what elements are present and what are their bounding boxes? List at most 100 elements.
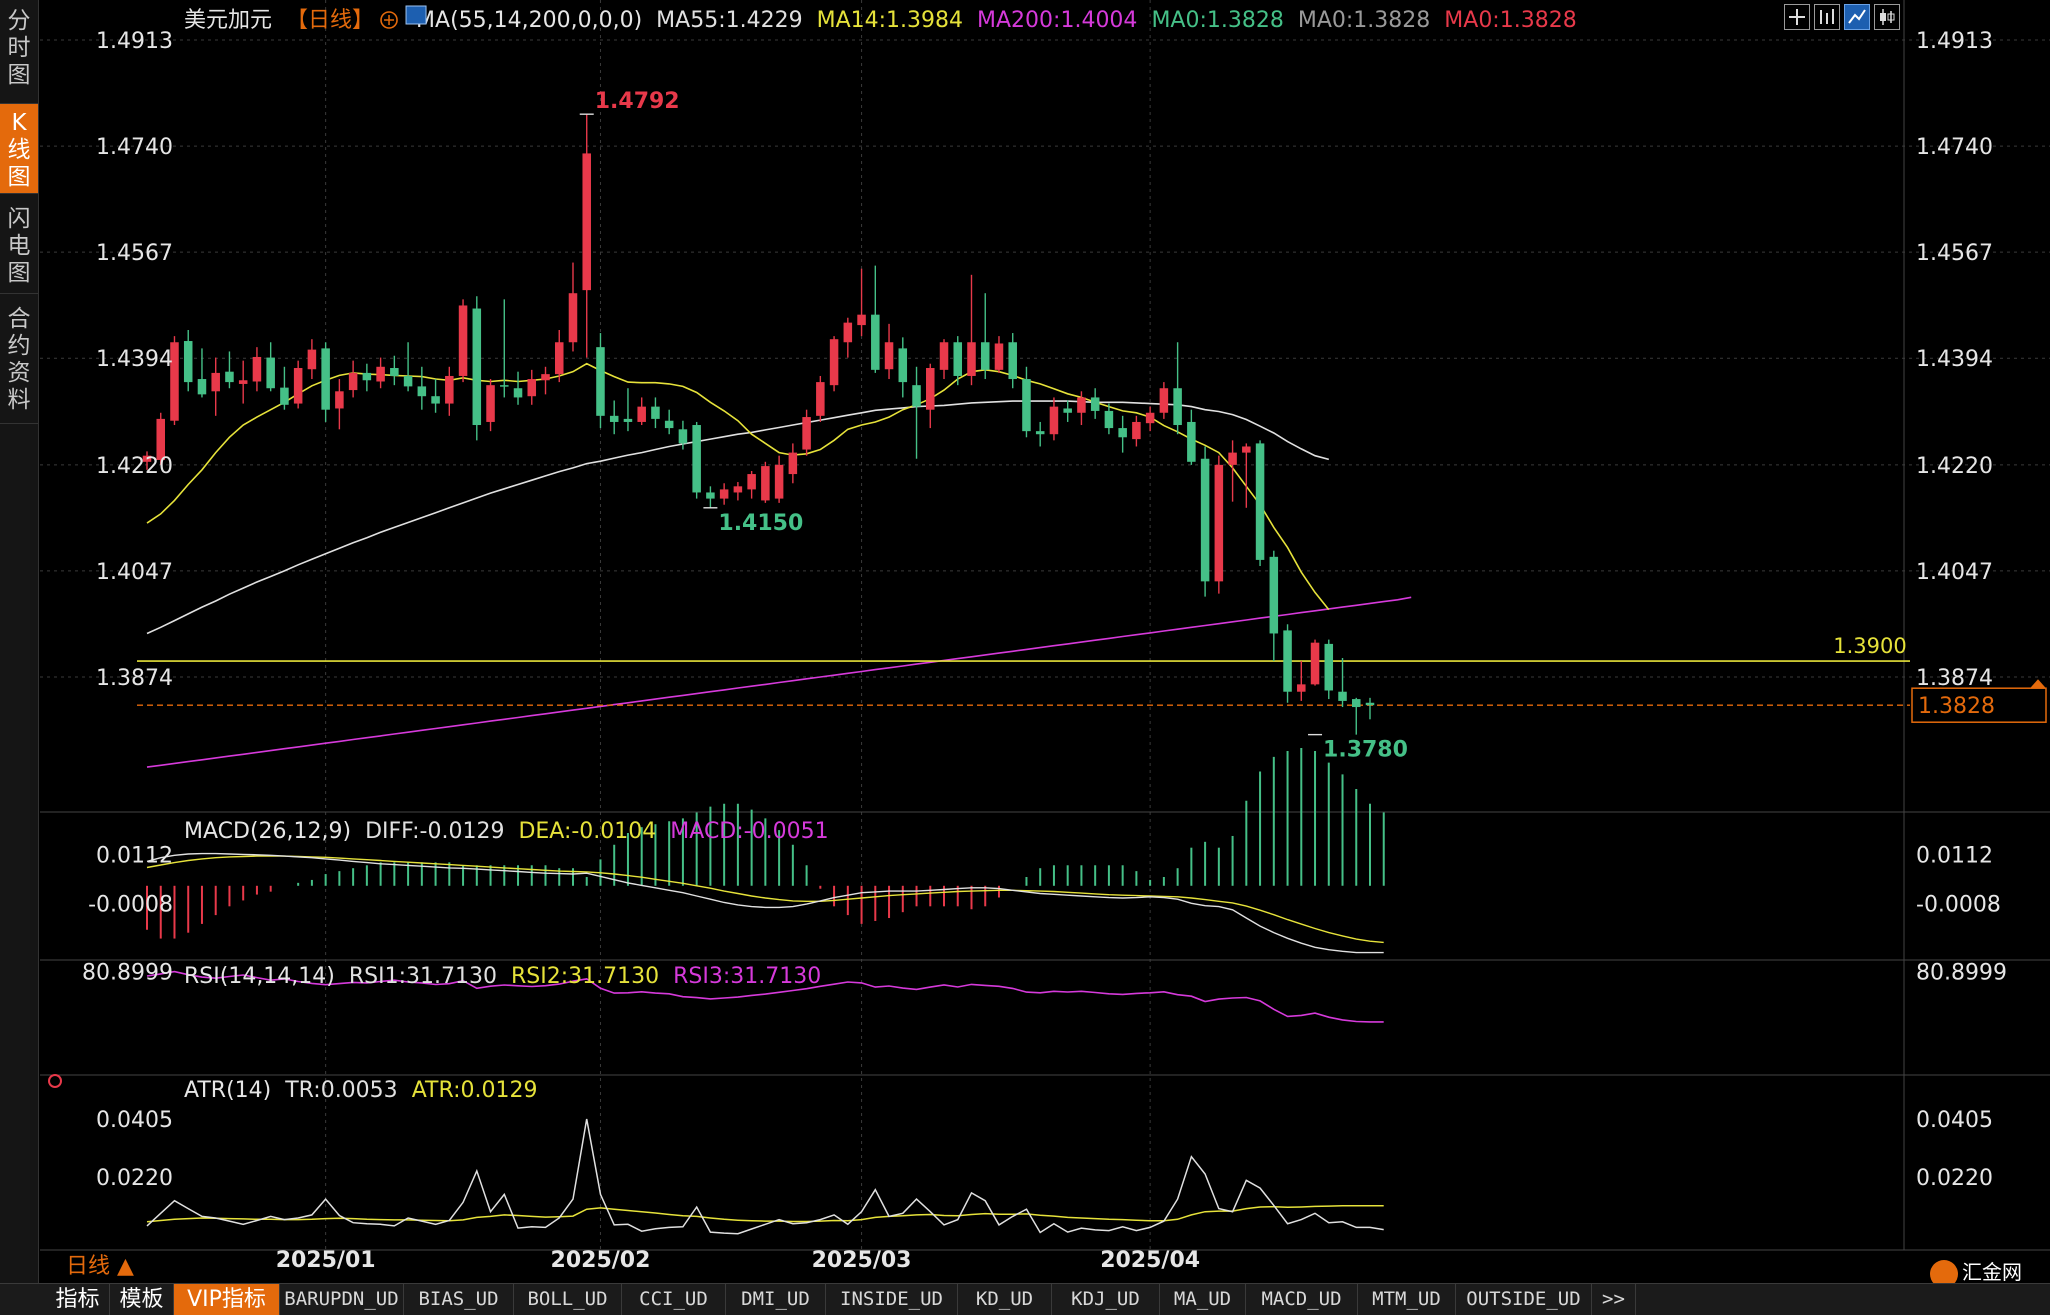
candle-body [238,380,248,384]
candle [802,409,811,456]
period-selector[interactable]: 日线 ▲ [66,1248,134,1280]
tab-cci_ud[interactable]: CCI_UD [622,1284,726,1315]
candle-body [774,464,784,499]
candlesticks [142,114,1375,735]
candle-body [733,486,743,493]
candle-body [980,342,990,370]
tab-cn1[interactable]: 模板 [110,1284,174,1315]
tab-outside_ud[interactable]: OUTSIDE_UD [1456,1284,1592,1315]
candle-body [871,314,880,370]
candle-body [225,371,234,383]
tab-boll_ud[interactable]: BOLL_UD [514,1284,622,1315]
legend-entry: MA55:1.4229 [656,8,802,33]
candle-body [527,379,537,397]
tab-cn0[interactable]: 指标 [46,1284,110,1315]
candle-body [678,429,688,444]
crosshair-icon[interactable] [48,1074,62,1088]
y-tick-left: 1.4913 [96,29,173,54]
candle-body [293,368,303,404]
candle-body [1118,428,1127,438]
candle-body [500,385,509,387]
x-tick-label: 2025/03 [812,1248,912,1273]
candle [939,339,949,380]
candle [541,366,550,395]
candle [1324,639,1334,700]
grid-layout-icon[interactable] [1784,4,1810,30]
candle-body [623,418,633,422]
tab-vipcn2[interactable]: VIP指标 [174,1284,280,1315]
candle-body [280,387,289,405]
y-tick-left: 1.4220 [96,454,173,479]
legend-entry: DIFF:-0.0129 [365,819,504,844]
candle [1365,697,1375,720]
candle [225,351,234,389]
candle [513,371,523,405]
x-tick-label: 2025/04 [1100,1248,1200,1273]
tab-inside_ud[interactable]: INSIDE_UD [826,1284,958,1315]
candle [1049,397,1059,441]
candle-body [719,489,729,499]
line-chart-icon[interactable] [1844,4,1870,30]
candle [527,369,537,405]
tab-mtm_ud[interactable]: MTM_UD [1358,1284,1456,1315]
candle-body [1063,408,1072,413]
y-tick-right: 1.4047 [1916,560,1993,585]
candle-body [664,420,674,429]
candle-body [843,322,853,343]
candle [568,262,578,352]
candle [1063,400,1072,422]
candle-body [1090,397,1100,411]
candle-body [183,341,193,383]
candle [733,482,743,501]
candle [238,360,248,404]
tab-ma_ud[interactable]: MA_UD [1160,1284,1246,1315]
tab-[interactable]: >> [1592,1284,1636,1315]
macd-y-tick-right: -0.0008 [1916,892,2001,917]
add-indicator-icon-plus [384,15,395,25]
rsi-y-tick-right: 80.8999 [1916,961,2007,986]
candle-body [747,474,756,490]
candle-body [926,368,935,410]
candle [1145,406,1155,432]
y-tick-left: 1.4394 [96,347,173,372]
candle-body [362,372,372,381]
rsi-label: RSI(14,14,14) [184,964,335,989]
y-tick-right: 1.4740 [1916,135,1993,160]
tab-dmi_ud[interactable]: DMI_UD [726,1284,826,1315]
indicator-settings-icon[interactable] [405,5,427,25]
candle [417,366,427,410]
candle [431,379,440,413]
candle-body [1214,464,1224,582]
candle-body [609,415,619,422]
atr-y-tick-right: 0.0405 [1916,1108,1993,1133]
macd-panel [146,748,1385,954]
candle-body [1297,684,1306,692]
tab-kd_ud[interactable]: KD_UD [958,1284,1052,1315]
candle-body [513,388,523,398]
candlestick-icon[interactable] [1874,4,1900,30]
candle [1173,342,1182,435]
candle [637,397,646,426]
legend-entry: RSI2:31.7130 [511,964,659,989]
candle-body [431,396,440,404]
tab-barupdn_ud[interactable]: BARUPDN_UD [280,1284,404,1315]
legend-entry: MA0:1.3828 [1444,8,1576,33]
candle [871,265,880,373]
bar-chart-icon[interactable] [1814,4,1840,30]
candle [1351,697,1361,735]
high-label: 1.4792 [595,89,680,114]
candle [458,299,468,383]
candle [829,336,839,392]
tab-macd_ud[interactable]: MACD_UD [1246,1284,1358,1315]
chart-title: 美元加元 [184,8,272,33]
candle [706,486,715,508]
candle-body [829,339,839,386]
candle [362,363,372,392]
legend-entry: MA200:1.4004 [977,8,1137,33]
candle [980,293,990,380]
tab-bias_ud[interactable]: BIAS_UD [404,1284,514,1315]
candle-body [1035,431,1045,435]
tab-kdj_ud[interactable]: KDJ_UD [1052,1284,1160,1315]
atr-panel [146,1118,1384,1235]
candle [500,299,509,398]
